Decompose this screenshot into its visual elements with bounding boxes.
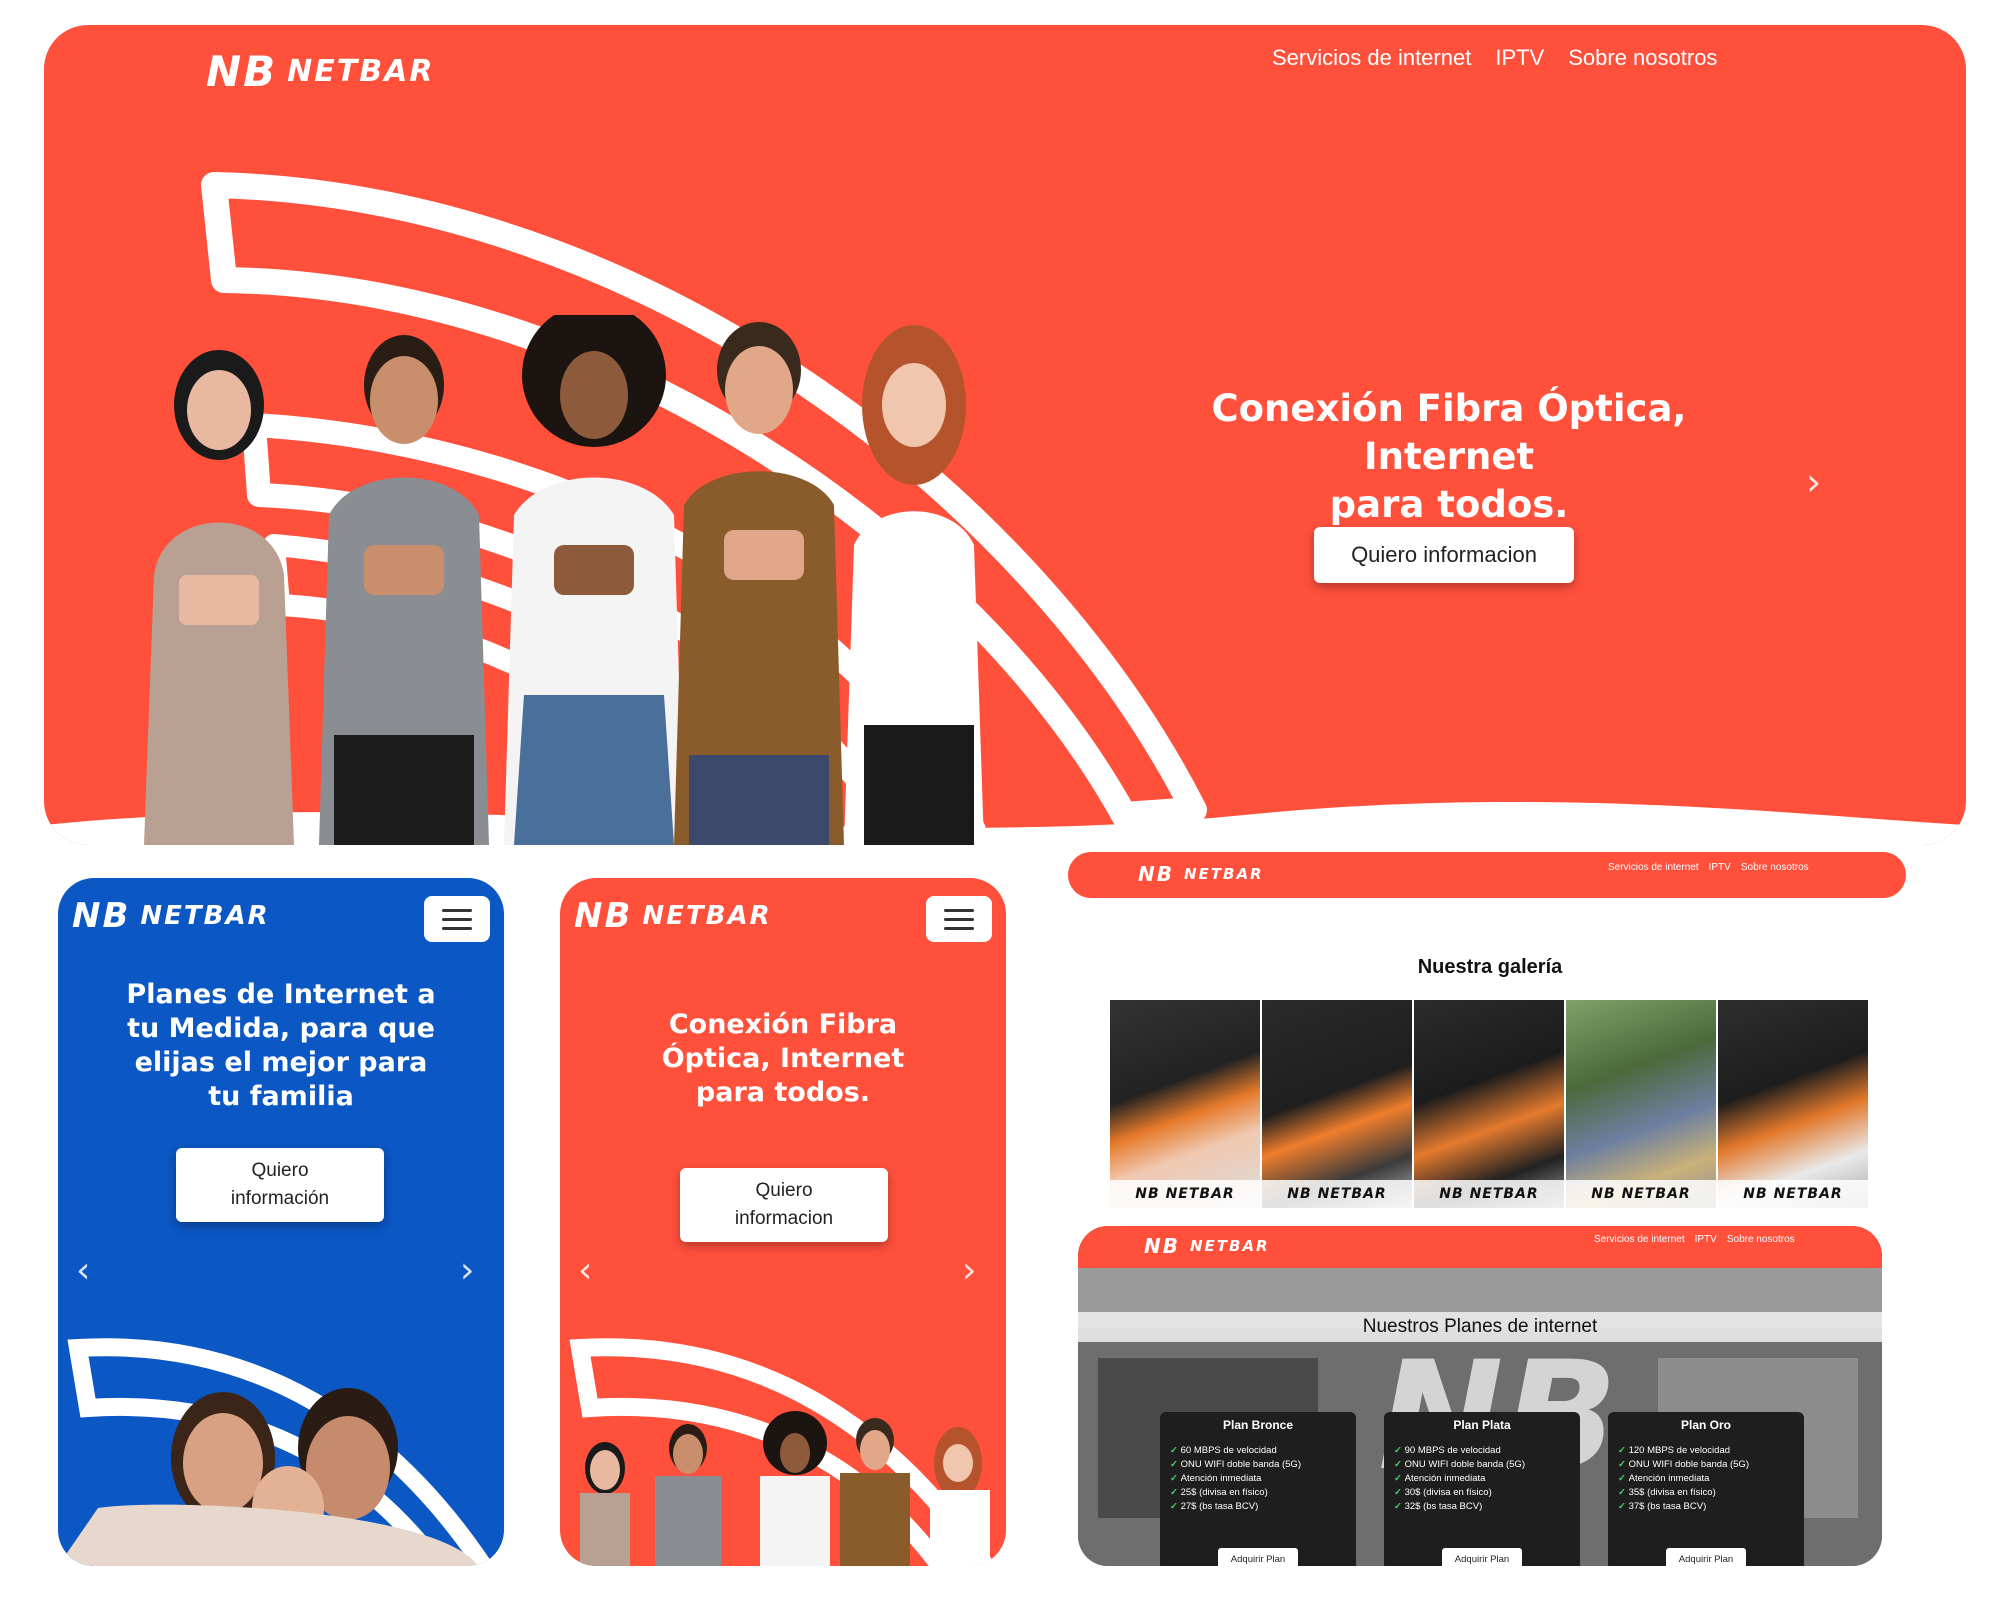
nav-item-sobre[interactable]: Sobre nosotros — [1568, 45, 1717, 71]
menu-toggle-button[interactable] — [926, 896, 992, 942]
mobile-red-screenshot: NB NETBAR Conexión Fibra Óptica, Interne… — [560, 878, 1006, 1566]
gallery-photo-1[interactable]: NB NETBAR — [1110, 1000, 1260, 1208]
plan-feature: 25$ (divisa en físico) — [1170, 1486, 1356, 1500]
brand-mark: NB — [72, 896, 131, 936]
gallery-photo-3[interactable]: NB NETBAR — [1414, 1000, 1564, 1208]
chevron-left-icon[interactable]: ‹ — [578, 1250, 592, 1291]
gallery-watermark: NB NETBAR — [1414, 1180, 1564, 1208]
nav-item-servicios[interactable]: Servicios de internet — [1608, 862, 1699, 873]
nav-item-iptv[interactable]: IPTV — [1695, 1234, 1717, 1245]
chevron-right-icon[interactable]: › — [1806, 460, 1821, 504]
brand-name: NETBAR — [642, 901, 772, 931]
plan-feature: 120 MBPS de velocidad — [1618, 1444, 1804, 1458]
brand-name: NETBAR — [140, 901, 270, 931]
adquirir-plan-button[interactable]: Adquirir Plan — [1666, 1548, 1746, 1566]
adquirir-plan-button[interactable]: Adquirir Plan — [1218, 1548, 1298, 1566]
plan-feature: ONU WIFI doble banda (5G) — [1170, 1458, 1356, 1472]
plan-name: Plan Oro — [1680, 1418, 1731, 1432]
plans-page-header: NB NETBAR Servicios de internet IPTV Sob… — [1078, 1226, 1882, 1268]
chevron-right-icon[interactable]: › — [460, 1250, 474, 1291]
gallery-strip: NB NETBAR NB NETBAR NB NETBAR NB NETBAR … — [1110, 1000, 1872, 1208]
plan-feature: 32$ (bs tasa BCV) — [1394, 1500, 1580, 1514]
nav-item-servicios[interactable]: Servicios de internet — [1594, 1234, 1685, 1245]
gallery-photo-2[interactable]: NB NETBAR — [1262, 1000, 1412, 1208]
brand-logo[interactable]: NB NETBAR — [72, 896, 270, 936]
plan-feature: ONU WIFI doble banda (5G) — [1618, 1458, 1804, 1472]
gallery-watermark: NB NETBAR — [1718, 1180, 1868, 1208]
plan-feature: 27$ (bs tasa BCV) — [1170, 1500, 1356, 1514]
people-with-phones-image — [569, 1338, 996, 1566]
gallery-watermark: NB NETBAR — [1110, 1180, 1260, 1208]
hero-cta-button[interactable]: Quiero informacion — [1314, 527, 1574, 583]
plans-title: Nuestros Planes de internet — [1362, 1316, 1598, 1337]
main-nav: Servicios de internet IPTV Sobre nosotro… — [1594, 1234, 1795, 1245]
adquirir-plan-button[interactable]: Adquirir Plan — [1442, 1548, 1522, 1566]
brand-logo[interactable]: NB NETBAR — [1144, 1234, 1270, 1258]
plan-feature: 60 MBPS de velocidad — [1170, 1444, 1356, 1458]
gallery-title: Nuestra galería — [1417, 956, 1563, 978]
gallery-photo-4[interactable]: NB NETBAR — [1566, 1000, 1716, 1208]
mobile-blue-screenshot: NB NETBAR Planes de Internet a tu Medida… — [58, 878, 504, 1566]
plan-feature: 35$ (divisa en físico) — [1618, 1486, 1804, 1500]
brand-mark: NB — [1138, 862, 1174, 886]
plan-feature: 37$ (bs tasa BCV) — [1618, 1500, 1804, 1514]
hero-title-line1: Conexión Fibra Óptica, Internet — [1211, 387, 1687, 478]
plan-card-oro: Plan Oro 120 MBPS de velocidad ONU WIFI … — [1608, 1412, 1804, 1566]
nav-item-sobre[interactable]: Sobre nosotros — [1727, 1234, 1795, 1245]
desktop-hero-screenshot: NB NETBAR Servicios de internet IPTV Sob… — [44, 25, 1966, 845]
brand-mark: NB — [1144, 1234, 1180, 1258]
hamburger-icon — [944, 908, 974, 912]
family-image — [58, 1338, 494, 1566]
brand-name: NETBAR — [1183, 865, 1264, 883]
brand-logo[interactable]: NB NETBAR — [574, 896, 772, 936]
plan-feature: Atención inmediata — [1618, 1472, 1804, 1486]
plans-page-screenshot: NB NETBAR Servicios de internet IPTV Sob… — [1078, 1226, 1882, 1566]
brand-logo[interactable]: NB NETBAR — [1138, 862, 1264, 886]
hero-title: Conexión Fibra Óptica, Internet para tod… — [1124, 385, 1774, 529]
nav-item-iptv[interactable]: IPTV — [1709, 862, 1731, 873]
hero-title-line2: para todos. — [1329, 483, 1569, 526]
brand-name: NETBAR — [1189, 1237, 1270, 1255]
plan-feature: ONU WIFI doble banda (5G) — [1394, 1458, 1580, 1472]
plan-feature: 90 MBPS de velocidad — [1394, 1444, 1580, 1458]
plan-feature: 30$ (divisa en físico) — [1394, 1486, 1580, 1500]
chevron-left-icon[interactable]: ‹ — [76, 1250, 90, 1291]
plan-features: 60 MBPS de velocidad ONU WIFI doble band… — [1170, 1444, 1356, 1514]
brand-name: NETBAR — [287, 54, 435, 89]
plan-name: Plan Plata — [1453, 1418, 1511, 1432]
gallery-page-header: NB NETBAR Servicios de internet IPTV Sob… — [1068, 852, 1906, 898]
gallery-photo-5[interactable]: NB NETBAR — [1718, 1000, 1868, 1208]
mobile-red-title: Conexión Fibra Óptica, Internet para tod… — [661, 1009, 905, 1108]
brand-logo[interactable]: NB NETBAR — [206, 47, 434, 96]
mobile-blue-title: Planes de Internet a tu Medida, para que… — [126, 979, 436, 1112]
plan-feature: Atención inmediata — [1394, 1472, 1580, 1486]
main-nav: Servicios de internet IPTV Sobre nosotro… — [1272, 45, 1717, 71]
plan-feature: Atención inmediata — [1170, 1472, 1356, 1486]
gallery-watermark: NB NETBAR — [1262, 1180, 1412, 1208]
hamburger-icon — [442, 908, 472, 912]
menu-toggle-button[interactable] — [424, 896, 490, 942]
plan-card-plata: Plan Plata 90 MBPS de velocidad ONU WIFI… — [1384, 1412, 1580, 1566]
people-with-phones-image — [144, 315, 984, 845]
plan-features: 120 MBPS de velocidad ONU WIFI doble ban… — [1618, 1444, 1804, 1514]
mobile-blue-cta-button[interactable]: Quiero información — [176, 1148, 384, 1222]
nav-item-iptv[interactable]: IPTV — [1495, 45, 1544, 71]
plan-features: 90 MBPS de velocidad ONU WIFI doble band… — [1394, 1444, 1580, 1514]
chevron-right-icon[interactable]: › — [962, 1250, 976, 1291]
brand-mark: NB — [574, 896, 633, 936]
main-nav: Servicios de internet IPTV Sobre nosotro… — [1608, 862, 1809, 873]
mobile-red-cta-button[interactable]: Quiero informacion — [680, 1168, 888, 1242]
plans-list: Plan Bronce 60 MBPS de velocidad ONU WIF… — [1160, 1412, 1804, 1566]
gallery-watermark: NB NETBAR — [1566, 1180, 1716, 1208]
plan-name: Plan Bronce — [1222, 1418, 1294, 1432]
nav-item-servicios[interactable]: Servicios de internet — [1272, 45, 1471, 71]
brand-mark: NB — [206, 47, 278, 96]
plan-card-bronce: Plan Bronce 60 MBPS de velocidad ONU WIF… — [1160, 1412, 1356, 1566]
nav-item-sobre[interactable]: Sobre nosotros — [1741, 862, 1809, 873]
